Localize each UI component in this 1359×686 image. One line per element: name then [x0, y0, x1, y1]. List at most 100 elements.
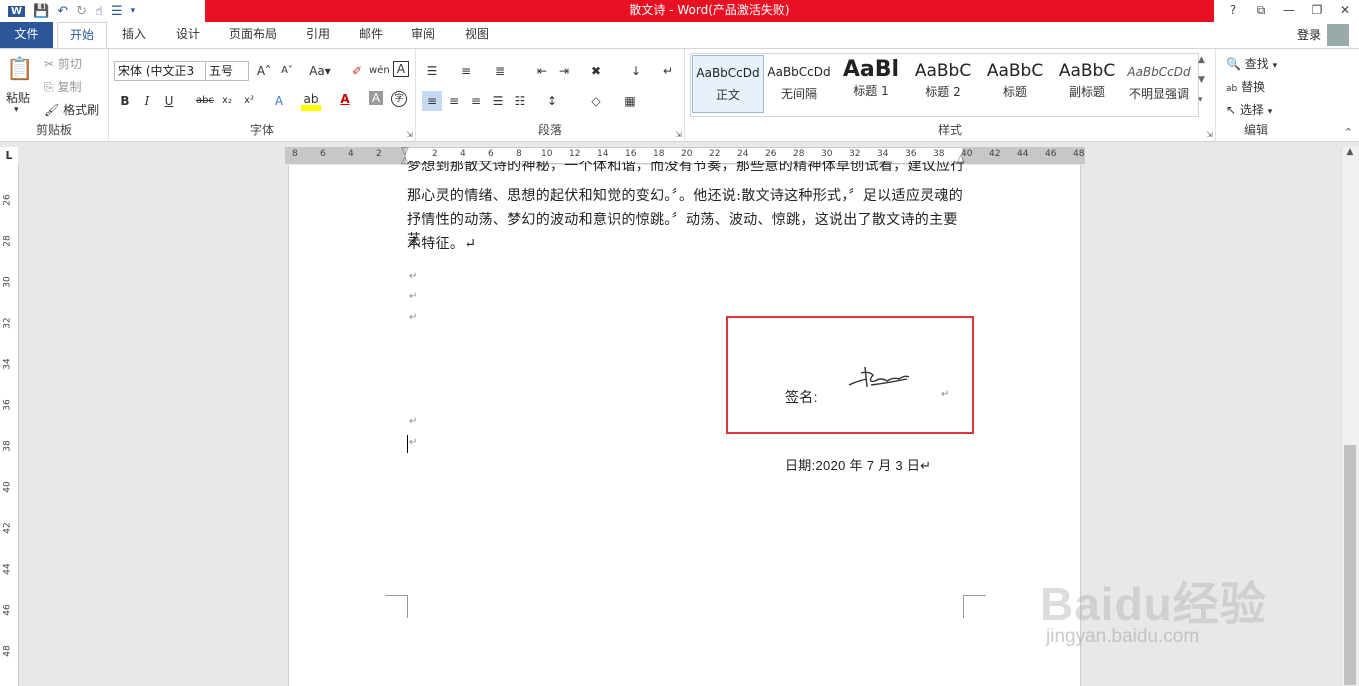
style-no-spacing[interactable]: AaBbCcDd 无间隔 — [764, 55, 834, 111]
paragraph-dialog-launcher-icon[interactable]: ⇲ — [675, 130, 682, 139]
ruler-tick-label: 34 — [2, 358, 13, 370]
sort-icon[interactable]: ↓ — [626, 61, 646, 81]
scroll-thumb[interactable] — [1344, 445, 1356, 685]
line-spacing-icon[interactable]: ↕ — [542, 91, 562, 111]
numbering-icon[interactable]: ≡ — [456, 61, 476, 81]
increase-indent-icon[interactable]: ⇥ — [554, 61, 574, 81]
change-case-icon[interactable]: Aa▾ — [306, 61, 334, 81]
touch-mode-icon[interactable]: ☝ — [95, 4, 103, 19]
style-subtle-emphasis[interactable]: AaBbCcDd 不明显强调 — [1124, 55, 1194, 111]
tab-design[interactable]: 设计 — [166, 22, 210, 48]
character-shading-icon[interactable]: A — [369, 91, 383, 105]
highlighter-icon[interactable]: ab — [301, 89, 321, 109]
grow-font-icon[interactable]: A˄ — [254, 61, 274, 81]
style-heading-1[interactable]: AaBl 标题 1 — [836, 55, 906, 111]
multilevel-list-icon[interactable]: ≣ — [490, 61, 510, 81]
minimize-button[interactable]: — — [1275, 0, 1303, 22]
word-app-icon: W — [8, 5, 26, 17]
font-size-select[interactable]: 五号 — [205, 61, 249, 81]
copy-label: 复制 — [57, 80, 82, 94]
help-button[interactable]: ? — [1219, 0, 1247, 22]
replace-button[interactable]: ab 替换 — [1226, 78, 1265, 95]
styles-dialog-launcher-icon[interactable]: ⇲ — [1206, 130, 1213, 139]
restore-button[interactable]: ❐ — [1303, 0, 1331, 22]
asian-layout-icon[interactable]: ✖ — [586, 61, 606, 81]
style-heading-2[interactable]: AaBbC 标题 2 — [908, 55, 978, 111]
redo-icon[interactable]: ↻ — [76, 4, 87, 19]
ribbon: 📋 粘贴 ▾ ✂ 剪切 ⎘ 复制 🖌 格式刷 剪贴板 宋体 (中文正3 五号 A… — [0, 48, 1359, 142]
font-family-select[interactable]: 宋体 (中文正3 — [114, 61, 206, 81]
select-button[interactable]: ↖ 选择 ▾ — [1226, 101, 1272, 118]
tab-home[interactable]: 开始 — [57, 22, 107, 49]
clear-formatting-icon[interactable]: ✐ — [347, 61, 367, 81]
ruler-tick-label: 40 — [2, 481, 13, 493]
save-icon[interactable]: 💾 — [33, 4, 49, 19]
styles-group: AaBbCcDd 正文 AaBbCcDd 无间隔 AaBl 标题 1 AaBbC… — [685, 49, 1216, 141]
shading-icon[interactable]: ◇ — [586, 91, 606, 111]
paste-dropdown-icon[interactable]: ▾ — [14, 105, 19, 115]
align-center-icon[interactable]: ≡ — [444, 91, 464, 111]
styles-group-label: 样式 — [937, 123, 962, 137]
title-bar: W 💾 ↶ ↻ ☝ ☰ ▾ 散文诗 - Word(产品激活失败) ? ⧉ — ❐… — [0, 0, 1359, 22]
bold-icon[interactable]: B — [115, 91, 135, 111]
tab-view[interactable]: 视图 — [455, 22, 499, 48]
avatar[interactable] — [1327, 24, 1349, 46]
paste-button[interactable]: 粘贴 — [6, 89, 30, 106]
style-normal[interactable]: AaBbCcDd 正文 — [692, 55, 764, 113]
justify-icon[interactable]: ☰ — [488, 91, 508, 111]
format-painter-button[interactable]: 🖌 格式刷 — [44, 101, 99, 118]
paragraph-group-label: 段落 — [537, 123, 562, 137]
decrease-indent-icon[interactable]: ⇤ — [532, 61, 552, 81]
tab-insert[interactable]: 插入 — [112, 22, 156, 48]
close-button[interactable]: ✕ — [1331, 0, 1359, 22]
distributed-icon[interactable]: ☷ — [510, 91, 530, 111]
customize-qat-icon[interactable]: ▾ — [131, 6, 136, 16]
styles-more-icon[interactable]: ▾ — [1198, 95, 1203, 105]
phonetic-guide-icon[interactable]: wén — [369, 61, 390, 81]
strikethrough-icon[interactable]: abc — [195, 91, 215, 111]
tab-references[interactable]: 引用 — [296, 22, 340, 48]
cursor-icon: ↖ — [1226, 103, 1237, 117]
copy-button[interactable]: ⎘ 复制 — [44, 78, 81, 95]
collapse-ribbon-icon[interactable]: ⌃ — [1344, 126, 1353, 139]
borders-icon[interactable]: ▦ — [620, 91, 640, 111]
align-left-icon[interactable]: ≡ — [422, 91, 442, 111]
cut-button[interactable]: ✂ 剪切 — [44, 55, 82, 72]
style-subtitle[interactable]: AaBbC 副标题 — [1052, 55, 1122, 111]
character-border-icon[interactable]: A — [393, 61, 409, 77]
tab-page-layout[interactable]: 页面布局 — [222, 22, 284, 48]
style-title[interactable]: AaBbC 标题 — [980, 55, 1050, 111]
text-cursor — [407, 435, 408, 453]
find-button[interactable]: 🔍 查找 ▾ — [1226, 55, 1277, 72]
font-color-icon[interactable]: A — [335, 89, 355, 109]
subscript-icon[interactable]: x₂ — [217, 91, 237, 111]
font-dialog-launcher-icon[interactable]: ⇲ — [406, 130, 413, 139]
show-formatting-marks-icon[interactable]: ↵ — [658, 61, 678, 81]
enclose-characters-icon[interactable]: 字 — [391, 91, 407, 107]
vertical-ruler[interactable]: 26 28 30 32 34 36 38 40 42 44 46 48 — [0, 165, 19, 686]
styles-scroll-up-icon[interactable]: ▲ — [1198, 55, 1205, 65]
text-effects-icon[interactable]: A — [269, 91, 289, 111]
ribbon-display-options-icon[interactable]: ⧉ — [1247, 0, 1275, 22]
underline-icon[interactable]: U — [159, 91, 179, 111]
styles-scroll-down-icon[interactable]: ▼ — [1198, 75, 1205, 85]
tab-review[interactable]: 审阅 — [401, 22, 445, 48]
vertical-scrollbar[interactable]: ▲ — [1341, 147, 1359, 686]
scroll-up-icon[interactable]: ▲ — [1342, 147, 1358, 161]
tab-mailings[interactable]: 邮件 — [349, 22, 393, 48]
bullets-icon[interactable]: ☰ — [422, 61, 442, 81]
italic-icon[interactable]: I — [137, 91, 157, 111]
tab-selector[interactable]: L — [0, 147, 18, 165]
login-link[interactable]: 登录 — [1297, 23, 1321, 47]
ruler-tick-label: 46 — [1045, 149, 1057, 159]
align-right-icon[interactable]: ≡ — [466, 91, 486, 111]
format-painter-label: 格式刷 — [63, 103, 100, 117]
tab-file[interactable]: 文件 — [0, 22, 53, 48]
paragraph-spacing-icon[interactable]: ☰ — [111, 4, 123, 19]
ruler-tick-label: 30 — [2, 276, 13, 288]
editing-group-label: 编辑 — [1243, 123, 1268, 137]
shrink-font-icon[interactable]: A˅ — [277, 61, 297, 81]
superscript-icon[interactable]: x² — [239, 91, 259, 111]
undo-icon[interactable]: ↶ — [57, 4, 68, 19]
paste-icon[interactable]: 📋 — [6, 57, 33, 82]
